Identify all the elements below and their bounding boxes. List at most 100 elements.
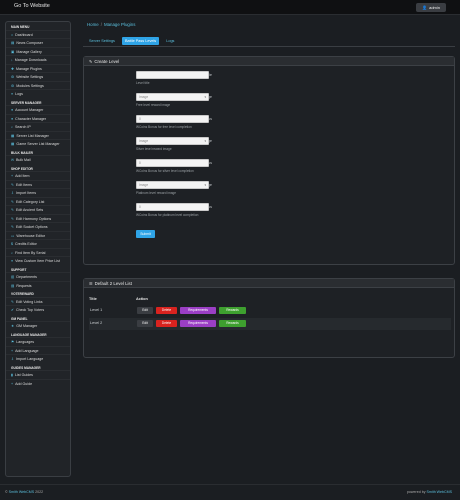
list-icon: ☰ xyxy=(89,281,93,286)
sidebar-item-label: Website Settings xyxy=(16,75,44,79)
footer-powered-link[interactable]: Smith WebCMS xyxy=(427,490,453,494)
sidebar-item-label: Game Server List Manager xyxy=(16,142,60,146)
sidebar-item-label: Add Guide xyxy=(15,381,33,386)
sidebar-item[interactable]: ⌕ Find Item By Serial xyxy=(6,247,70,257)
sidebar-item-label: Logs xyxy=(15,92,23,96)
list-icon: ≡ xyxy=(11,259,14,263)
submit-row: Submit xyxy=(84,230,456,240)
sidebar-item[interactable]: + Add Language xyxy=(6,345,70,355)
text-input[interactable]: 0 xyxy=(136,115,209,123)
sidebar-item[interactable]: ▥ Departments xyxy=(6,272,70,281)
sidebar-item[interactable]: ✎ Edit Items xyxy=(6,179,70,189)
sidebar-item[interactable]: ≡ Logs xyxy=(6,89,70,98)
footer-cms-link[interactable]: Smith WebCMS xyxy=(9,490,35,494)
requirements-button[interactable]: Requirements xyxy=(180,307,216,314)
sidebar-section-heading: GUIDES MANAGER xyxy=(11,365,41,370)
sidebar: MAIN MENU ⌂ Dashboard ▤ News Composer ▣ Manage… xyxy=(5,21,71,477)
sidebar-item-label: Warehouse Editor xyxy=(16,233,46,238)
rewards-button[interactable]: Rewards xyxy=(219,320,246,327)
sidebar-item[interactable]: ✔ Check Top Voters xyxy=(6,305,70,314)
sidebar-item-label: Manage Downloads xyxy=(14,58,47,62)
sidebar-item[interactable]: ⌕ Search IP xyxy=(6,122,70,131)
delete-button[interactable]: Delete xyxy=(156,307,177,314)
requirements-button[interactable]: Requirements xyxy=(180,320,216,327)
field-help-text: Platinum level reward image xyxy=(136,191,177,195)
sidebar-item[interactable]: ≡ View Custom Item Price List xyxy=(6,256,70,265)
edit-button[interactable]: Edit xyxy=(137,307,153,314)
breadcrumb-home[interactable]: Home xyxy=(87,22,99,27)
sidebar-item[interactable]: ▤ News Composer xyxy=(6,38,70,47)
form-row: Wcoins Bonus0WCoins Bonus for free level… xyxy=(84,115,456,133)
go-to-website-link[interactable]: Go To Website xyxy=(14,3,50,9)
sidebar-item-label: Bulk Mail xyxy=(16,158,31,162)
sidebar-item-label: Edit Ancient Sets xyxy=(16,208,44,212)
sidebar-item[interactable]: ▣ Manage Gallery xyxy=(6,46,70,56)
list-icon: ≡ xyxy=(11,92,14,96)
table-row: Level 1 Edit Delete Requirements Rewards xyxy=(89,305,451,317)
sidebar-item[interactable]: ▭ Warehouse Editor xyxy=(6,230,70,240)
form-row: Silver ImageImage▾Silver level reward im… xyxy=(84,137,456,155)
rewards-button[interactable]: Rewards xyxy=(219,307,246,314)
sidebar-item[interactable]: ⇩ Import Language xyxy=(6,354,70,363)
sidebar-section-heading: MAIN MENU xyxy=(11,25,30,29)
delete-button[interactable]: Delete xyxy=(156,320,177,327)
tab-server-settings[interactable]: Server Settings xyxy=(86,37,118,45)
field-help-text: Level title xyxy=(136,81,150,85)
sidebar-item[interactable]: ● Character Manager xyxy=(6,113,70,123)
sidebar-section-heading: BULK MAILER xyxy=(11,150,33,155)
input-value: 0 xyxy=(139,205,141,209)
edit-button[interactable]: Edit xyxy=(137,320,153,327)
column-header-title: Title xyxy=(89,297,97,301)
sidebar-item[interactable]: ✉ Bulk Mail xyxy=(6,155,70,164)
image-select[interactable]: Image ▾ xyxy=(136,93,209,101)
image-select[interactable]: Image ▾ xyxy=(136,181,209,189)
user-name: admin xyxy=(429,5,440,10)
sidebar-item[interactable]: ⚙ Website Settings xyxy=(6,72,70,81)
sidebar-item[interactable]: ▦ Game Server List Manager xyxy=(6,139,70,148)
sidebar-item[interactable]: ⌂ Dashboard xyxy=(6,29,70,39)
chevron-down-icon: ▾ xyxy=(204,183,206,187)
table-row: Level 2 Edit Delete Requirements Rewards xyxy=(89,318,451,330)
sidebar-item[interactable]: $ Credits Editor xyxy=(6,239,70,248)
sidebar-item[interactable]: ▦ Server List Manager xyxy=(6,130,70,140)
sidebar-item-label: GM Manager xyxy=(16,324,38,328)
sidebar-item[interactable]: ✚ Manage Plugins xyxy=(6,63,70,73)
form-row: Wcoins Bonus0WCoins Bonus for silver lev… xyxy=(84,159,456,177)
search-icon: ⌕ xyxy=(11,125,14,129)
sidebar-section-heading: SUPPORT xyxy=(11,267,27,272)
level-list-panel: ☰ Default 2 Level List Title Action Level 1… xyxy=(83,278,455,358)
level-title-cell: Level 2 xyxy=(90,320,103,325)
sidebar-item-label: Dashboard xyxy=(15,32,33,37)
sidebar-item[interactable]: ⚙ Modules Settings xyxy=(6,80,70,90)
sidebar-item[interactable]: ⇩ Import Items xyxy=(6,188,70,197)
sidebar-section-heading: SHOP EDITOR xyxy=(11,166,33,171)
sidebar-item[interactable]: + Add Guide xyxy=(6,378,70,388)
sidebar-item[interactable]: ● Account Manager xyxy=(6,105,70,114)
breadcrumb: Home / Manage Plugins xyxy=(87,22,135,27)
sidebar-item-label: Modules Settings xyxy=(16,83,44,88)
sidebar-item-label: Edit Voting Links xyxy=(16,299,43,304)
text-input[interactable]: 0 xyxy=(136,159,209,167)
sidebar-item[interactable]: ✎ Edit Ancient Sets xyxy=(6,205,70,214)
user-icon: 👤 xyxy=(422,5,428,10)
sidebar-item[interactable]: ★ GM Manager xyxy=(6,321,70,330)
sidebar-item[interactable]: + Add Item xyxy=(6,171,70,180)
sidebar-item[interactable]: ⚑ Languages xyxy=(6,337,70,346)
sidebar-item[interactable]: ✎ Edit Socket Options xyxy=(6,222,70,231)
submit-button[interactable]: Submit xyxy=(136,230,155,238)
sidebar-item[interactable]: ✎ Edit Voting Links xyxy=(6,296,70,306)
text-input[interactable]: 0 xyxy=(136,203,209,211)
tab-logs[interactable]: Logs xyxy=(163,37,177,45)
tab-battle-pass-levels[interactable]: Battle Pass Levels xyxy=(121,37,160,45)
input-value: Image xyxy=(139,183,149,187)
image-select[interactable]: Image ▾ xyxy=(136,137,209,145)
sidebar-item[interactable]: ✎ Edit Harmony Options xyxy=(6,213,70,223)
user-icon: ● xyxy=(11,116,14,121)
sidebar-item[interactable]: ▧ Requests xyxy=(6,280,70,290)
sidebar-item[interactable]: ✎ Edit Category List xyxy=(6,196,70,206)
text-input[interactable] xyxy=(136,71,209,79)
create-level-header: ✎ Create Level xyxy=(84,57,454,66)
sidebar-item[interactable]: ▮ List Guides xyxy=(6,370,70,379)
user-menu-button[interactable]: 👤 admin xyxy=(416,3,446,12)
sidebar-item[interactable]: ↓ Manage Downloads xyxy=(6,55,70,64)
